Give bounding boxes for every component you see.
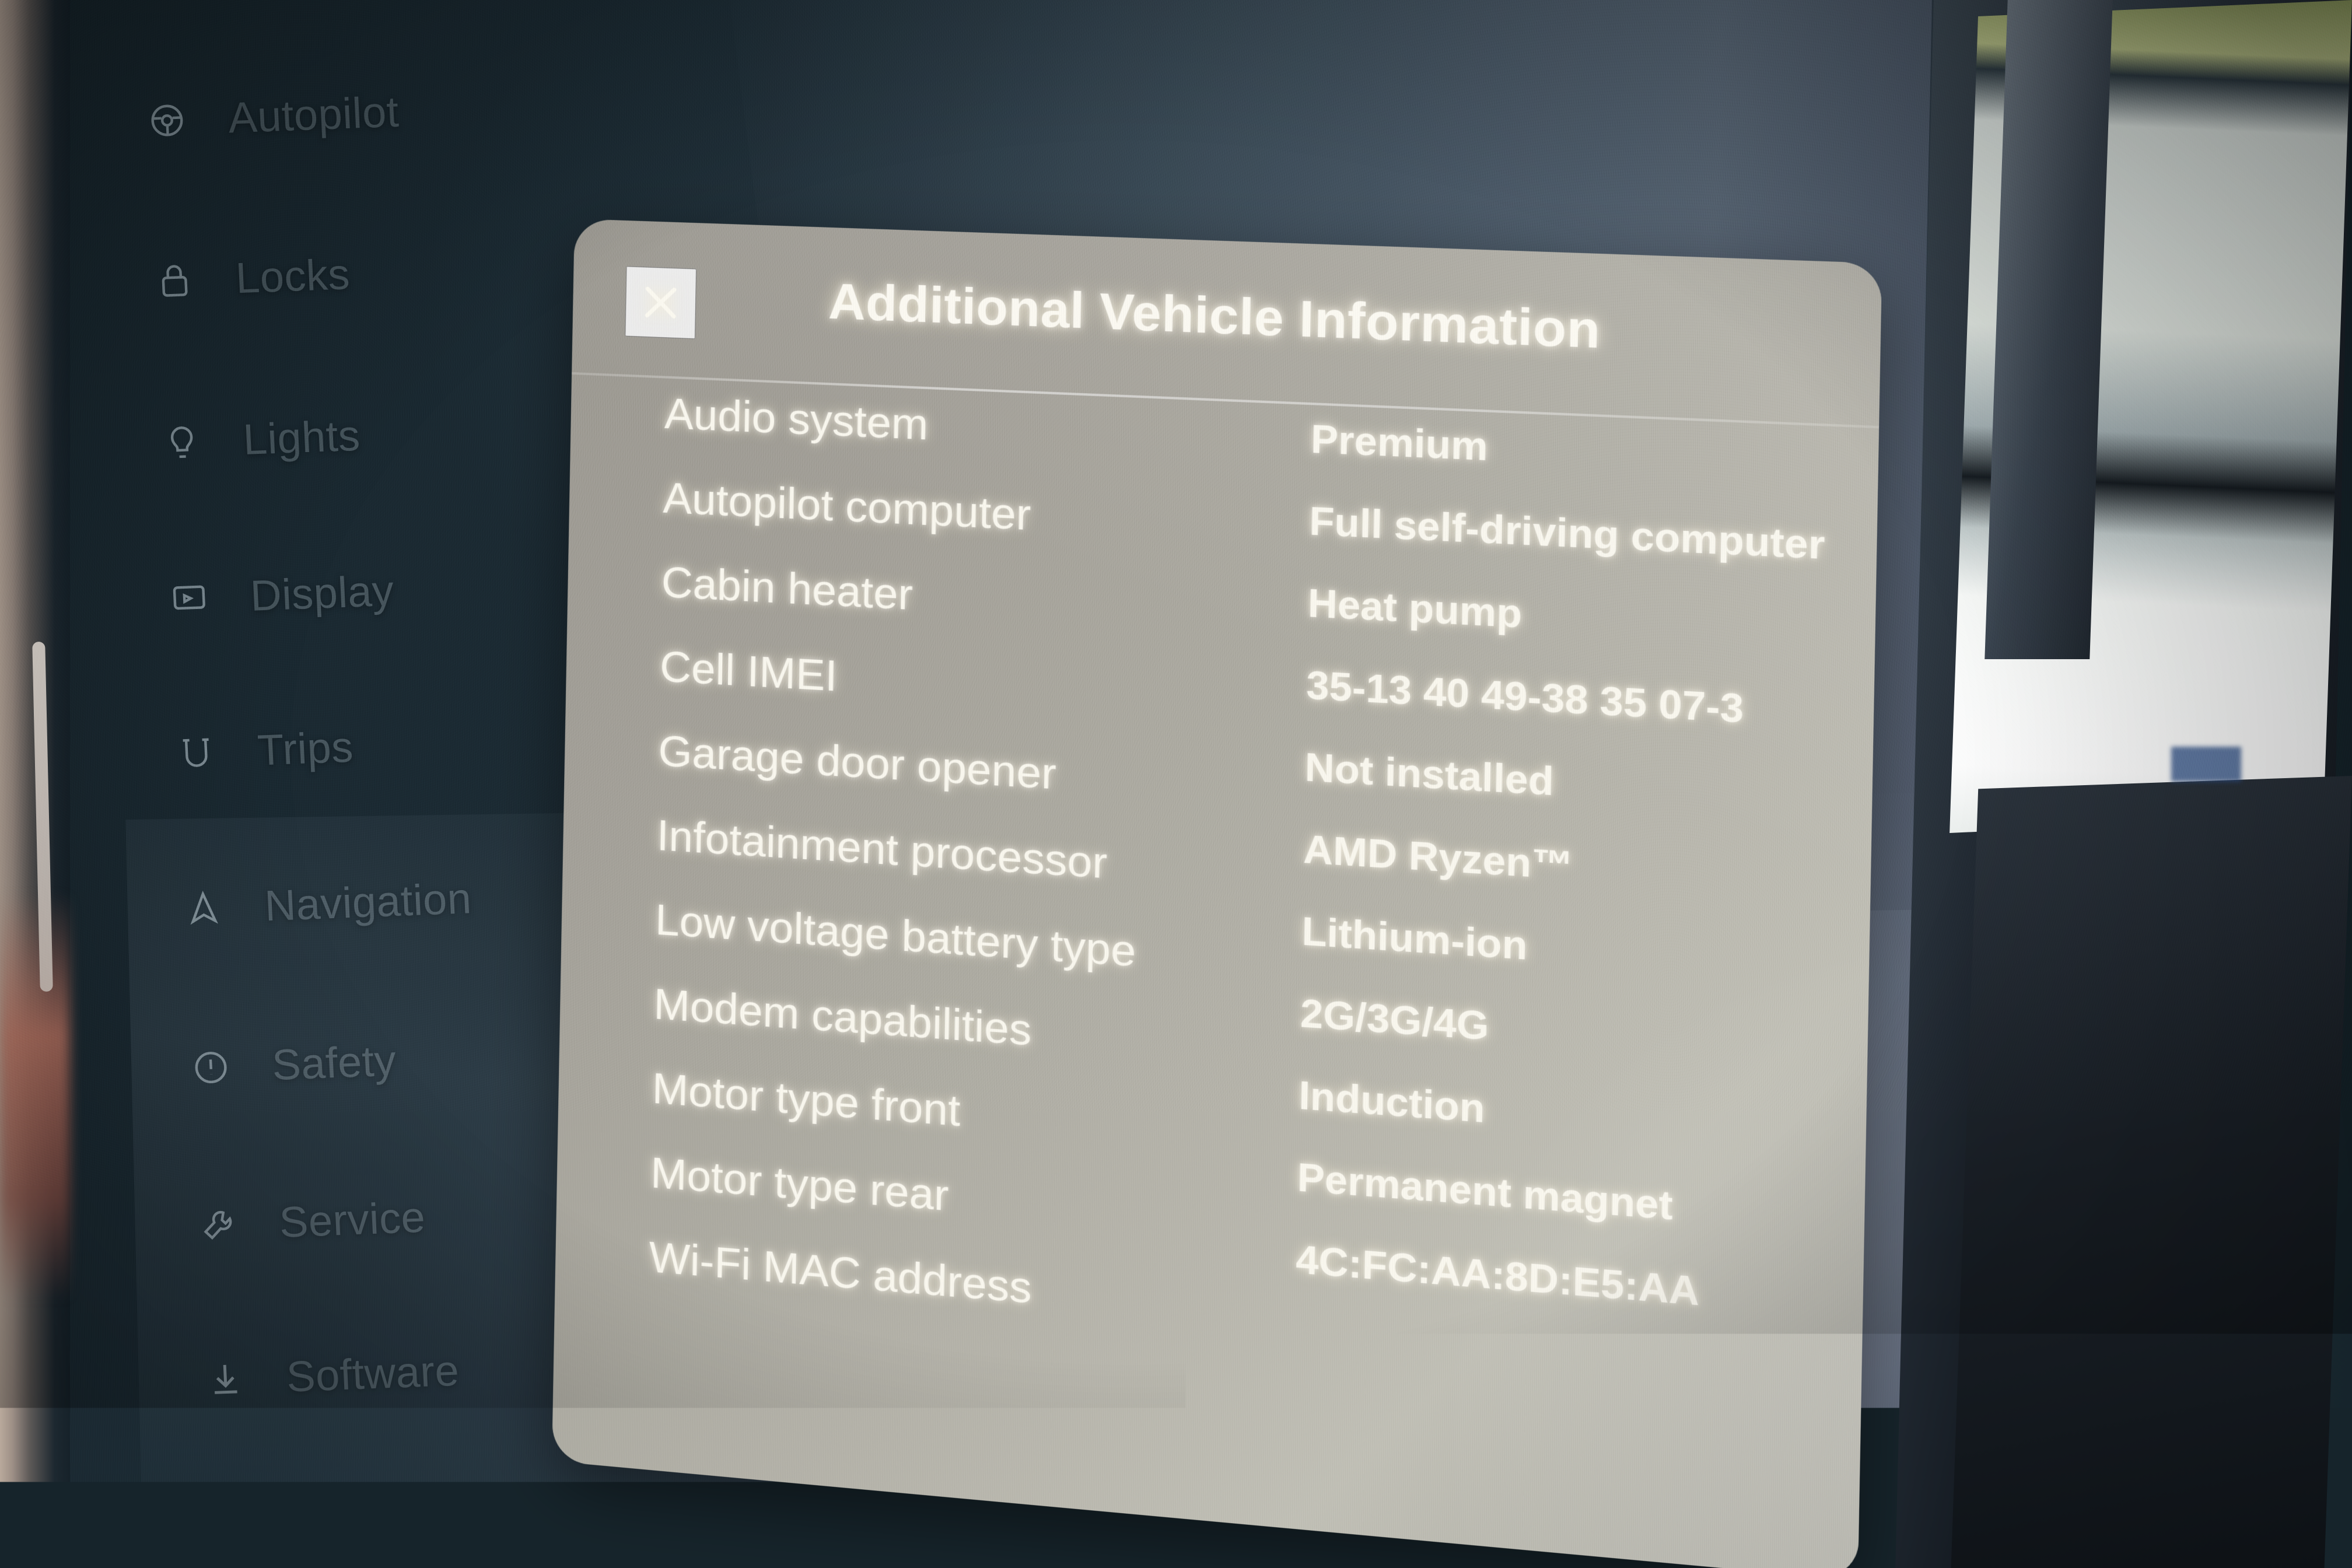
steering-wheel-icon [147,100,187,140]
sidebar-item-display[interactable]: Display [169,566,395,624]
info-label: Motor type front [652,1066,1317,1160]
sidebar-item-navigation[interactable]: Navigation [183,873,473,933]
info-label: Audio system [664,392,1330,464]
info-value: AMD Ryzen™ [1303,829,1852,902]
sidebar-item-service[interactable]: Service [198,1192,426,1250]
safety-icon [191,1047,231,1087]
info-value: Premium [1311,419,1860,482]
lights-icon [162,422,202,461]
sidebar-item-label: Service [278,1192,426,1247]
wrench-icon [198,1205,239,1244]
photo-scene: Charging Autopilot Locks [0,0,2352,1568]
info-label: Garage door opener [658,729,1324,812]
blue-reflection [2171,747,2241,782]
sidebar-item-software[interactable]: Software [205,1346,460,1405]
info-value: Permanent magnet [1297,1157,1845,1239]
info-value: Lithium-ion [1301,911,1850,987]
info-label: Cell IMEI [660,645,1325,725]
sidebar-item-label: Autopilot [227,87,400,143]
sidebar-item-label: Display [249,566,395,621]
info-label: Low voltage battery type [655,898,1321,986]
info-value: Not installed [1304,747,1853,818]
sidebar-item-lights[interactable]: Lights [162,411,361,468]
sidebar-item-label: Navigation [264,873,473,930]
info-value-column: Premium Full self-driving computer Heat … [1294,419,1859,1366]
sidebar-item-autopilot[interactable]: Autopilot [146,87,400,146]
sidebar-item-label: Trips [257,722,355,775]
display-icon [169,578,209,618]
info-label: Wi-Fi MAC address [649,1236,1314,1334]
red-reflection [0,892,70,1301]
info-label: Cabin heater [661,561,1326,638]
info-label-column: Audio system Autopilot computer Cabin he… [648,392,1330,1376]
sidebar-item-locks[interactable]: Locks [154,249,351,306]
info-value: 2G/3G/4G [1300,993,1849,1070]
sidebar-item-trips[interactable]: Trips [176,722,355,778]
sidebar-item-label: Wi-Fi [292,1493,397,1546]
download-icon [205,1359,246,1399]
info-label: Motor type rear [650,1151,1316,1247]
trips-icon [176,733,216,772]
sidebar-item-safety[interactable]: Safety [191,1035,397,1093]
navigation-icon [183,888,223,928]
info-label: Autopilot computer [663,476,1328,551]
sidebar-item-wifi[interactable]: Wi-Fi [212,1493,397,1549]
lock-icon [155,261,195,300]
info-label: Modem capabilities [653,982,1319,1073]
info-value: Full self-driving computer [1309,501,1858,567]
door-panel [1951,776,2352,1568]
sidebar-item-label: Software [285,1346,460,1402]
info-value: Induction [1298,1075,1847,1155]
additional-vehicle-information-dialog: Additional Vehicle Information Audio sys… [552,219,1882,1568]
sidebar-item-label: Lights [242,411,361,464]
sidebar-item-label: Locks [235,249,351,303]
info-label: Infotainment processor [656,814,1322,899]
dialog-title: Additional Vehicle Information [573,263,1881,372]
info-value: Heat pump [1307,583,1856,650]
info-value: 4C:FC:AA:8D:E5:AA [1296,1239,1844,1323]
info-value: 35-13 40 49-38 35 07-3 [1306,665,1854,735]
wifi-icon [212,1504,252,1544]
sidebar-item-label: Safety [271,1035,398,1090]
